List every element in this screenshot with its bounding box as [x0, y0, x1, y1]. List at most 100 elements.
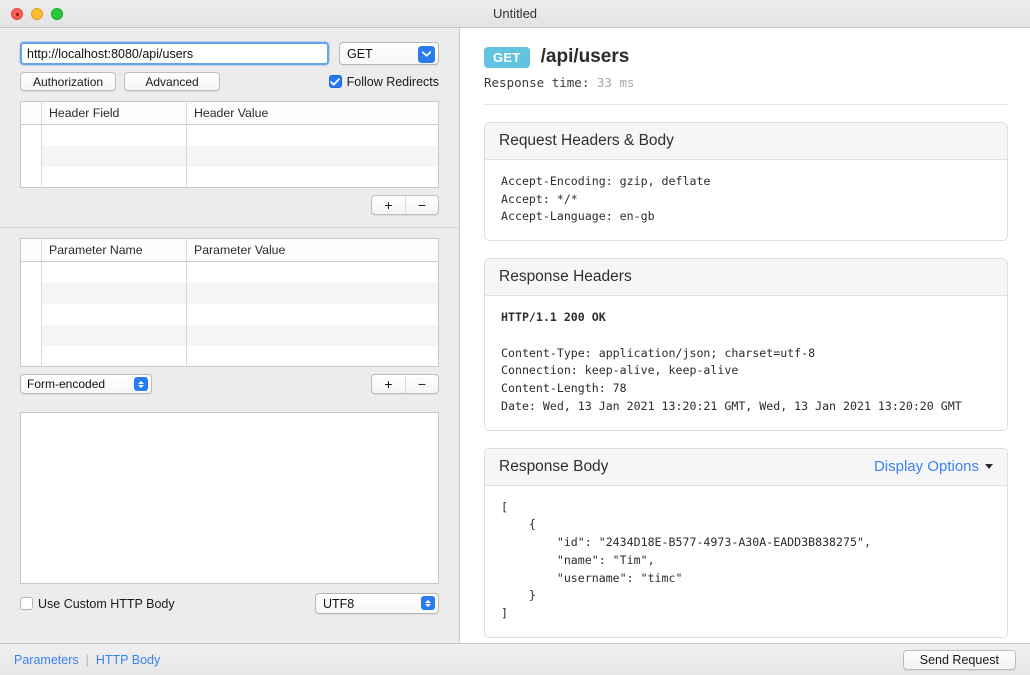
advanced-button[interactable]: Advanced [124, 72, 221, 91]
table-row[interactable] [20, 261, 439, 283]
request-headers-card-header: Request Headers & Body [485, 123, 1007, 160]
charset-select[interactable]: UTF8 [315, 593, 439, 614]
row-gutter [20, 166, 42, 188]
parameters-table-header-row: Parameter Name Parameter Value [20, 238, 439, 262]
response-body-card: Response Body Display Options [ { "id": … [484, 447, 1008, 638]
table-row[interactable] [20, 324, 439, 346]
cell-parameter-value[interactable] [186, 345, 439, 367]
cell-header-value[interactable] [186, 124, 439, 146]
cell-header-field[interactable] [41, 166, 187, 188]
response-time-label: Response time: [484, 75, 590, 90]
cell-parameter-value[interactable] [186, 282, 439, 304]
row-gutter [20, 124, 42, 146]
app-window: Untitled GET Authorization Advanced [0, 0, 1030, 675]
checkbox-icon[interactable] [20, 597, 33, 610]
cell-parameter-name[interactable] [41, 324, 187, 346]
authorization-button[interactable]: Authorization [20, 72, 117, 91]
headers-add-remove-segmented[interactable]: + − [371, 195, 439, 215]
zoom-button-icon[interactable] [51, 7, 63, 20]
url-input[interactable] [20, 42, 329, 65]
response-status-line: HTTP/1.1 200 OK [501, 310, 606, 325]
remove-header-button[interactable]: − [405, 196, 438, 214]
minimize-button-icon[interactable] [31, 7, 43, 20]
cell-header-value[interactable] [186, 145, 439, 167]
table-row[interactable] [20, 145, 439, 167]
headers-table-body [20, 124, 439, 188]
remove-parameter-button[interactable]: − [405, 375, 438, 393]
headers-col-field[interactable]: Header Field [41, 101, 187, 125]
close-button-icon[interactable] [11, 7, 23, 20]
use-custom-http-body-checkbox[interactable]: Use Custom HTTP Body [20, 597, 175, 611]
http-method-select[interactable]: GET [339, 42, 439, 65]
response-path: /api/users [540, 46, 630, 67]
display-options-label: Display Options [873, 458, 979, 476]
cell-header-value[interactable] [186, 166, 439, 188]
up-down-stepper-icon[interactable] [421, 596, 435, 610]
send-request-button[interactable]: Send Request [902, 649, 1016, 670]
response-body-card-header: Response Body Display Options [485, 448, 1007, 486]
request-headers-body-card: Request Headers & Body Accept-Encoding: … [484, 122, 1008, 242]
cell-parameter-name[interactable] [41, 261, 187, 283]
parameters-table[interactable]: Parameter Name Parameter Value [20, 238, 439, 367]
http-body-block [0, 394, 459, 584]
charset-value: UTF8 [323, 596, 355, 611]
headers-table[interactable]: Header Field Header Value [20, 101, 439, 188]
parameters-table-body [20, 261, 439, 367]
http-body-textarea[interactable] [20, 412, 439, 584]
table-row[interactable] [20, 303, 439, 325]
cell-parameter-name[interactable] [41, 282, 187, 304]
parameters-col-name[interactable]: Parameter Name [41, 238, 187, 262]
cell-header-field[interactable] [41, 145, 187, 167]
breadcrumb-parameters-link[interactable]: Parameters [14, 653, 79, 667]
row-gutter [20, 303, 42, 325]
parameter-encoding-select[interactable]: Form-encoded [20, 374, 152, 394]
status-bar: Parameters | HTTP Body Send Request [0, 643, 1030, 675]
parameters-add-remove-segmented[interactable]: + − [371, 374, 439, 394]
up-down-stepper-icon[interactable] [134, 377, 148, 391]
cell-header-field[interactable] [41, 124, 187, 146]
headers-col-value[interactable]: Header Value [186, 101, 439, 125]
follow-redirects-checkbox[interactable]: Follow Redirects [328, 75, 439, 89]
headers-table-footer: + − [0, 188, 459, 215]
use-custom-http-body-label: Use Custom HTTP Body [38, 596, 175, 611]
header-rule [484, 104, 1008, 105]
chevron-up-icon [425, 599, 431, 603]
parameters-gutter-column [20, 238, 42, 262]
cell-parameter-value[interactable] [186, 261, 439, 283]
chevron-down-icon [425, 603, 431, 607]
request-headers-card-content: Accept-Encoding: gzip, deflate Accept: *… [501, 174, 711, 224]
breadcrumb-http-body-link[interactable]: HTTP Body [96, 653, 160, 667]
headers-table-header-row: Header Field Header Value [20, 101, 439, 125]
display-options-button[interactable]: Display Options [874, 458, 993, 475]
cell-parameter-value[interactable] [186, 324, 439, 346]
row-gutter [20, 261, 42, 283]
chevron-up-icon [138, 380, 144, 384]
table-row[interactable] [20, 124, 439, 146]
headers-table-block: Header Field Header Value [0, 91, 459, 188]
parameters-table-block: Parameter Name Parameter Value [0, 228, 459, 367]
response-scroll-area[interactable]: GET /api/users Response time: 33 ms Requ… [460, 28, 1030, 643]
add-header-button[interactable]: + [372, 196, 405, 214]
http-body-footer: Use Custom HTTP Body UTF8 [0, 584, 459, 614]
table-row[interactable] [20, 282, 439, 304]
table-row[interactable] [20, 166, 439, 188]
url-row: GET [0, 28, 459, 65]
response-headers-card: Response Headers HTTP/1.1 200 OK Content… [484, 258, 1008, 431]
traffic-light-group [0, 7, 63, 20]
chevron-down-icon [138, 384, 144, 388]
cell-parameter-name[interactable] [41, 303, 187, 325]
response-time-value: 33 ms [596, 75, 635, 90]
response-viewer-pane: GET /api/users Response time: 33 ms Requ… [460, 28, 1030, 643]
table-row[interactable] [20, 345, 439, 367]
cell-parameter-value[interactable] [186, 303, 439, 325]
row-gutter [20, 145, 42, 167]
response-headers-card-title: Response Headers [499, 268, 632, 286]
cell-parameter-name[interactable] [41, 345, 187, 367]
parameters-table-footer: Form-encoded + − [0, 367, 459, 394]
add-parameter-button[interactable]: + [372, 375, 405, 393]
chevron-down-icon[interactable] [418, 45, 435, 63]
parameters-col-value[interactable]: Parameter Value [186, 238, 439, 262]
checkmark-icon[interactable] [328, 75, 342, 88]
response-headers-text: Content-Type: application/json; charset=… [501, 345, 962, 413]
response-header: GET /api/users [484, 46, 1008, 68]
